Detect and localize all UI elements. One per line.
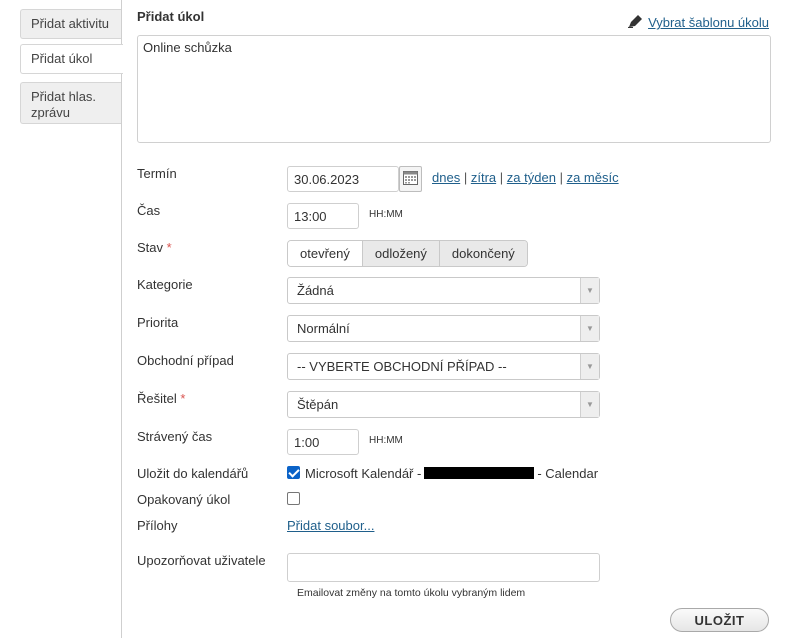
priority-select[interactable]: Normální ▼: [287, 315, 600, 342]
link-in-week[interactable]: za týden: [507, 170, 556, 185]
required-mark: *: [166, 240, 172, 255]
time-label: Čas: [137, 203, 161, 218]
sidebar-divider: [121, 0, 122, 638]
calendar-button[interactable]: [399, 166, 422, 192]
calendar-name: Microsoft Kalendář - - Calendar: [305, 466, 598, 481]
calendar-name-prefix: Microsoft Kalendář -: [305, 466, 422, 481]
priority-label: Priorita: [137, 315, 179, 330]
separator: |: [559, 170, 563, 185]
assignee-label: Řešitel *: [137, 391, 185, 406]
separator: |: [463, 170, 468, 185]
priority-value: Normální: [297, 321, 350, 336]
tab-add-activity[interactable]: Přidat aktivitu: [20, 9, 122, 39]
notify-users-label: Upozorňovat uživatele: [137, 553, 266, 568]
status-label: Stav *: [137, 240, 172, 255]
task-description-textarea[interactable]: Online schůzka: [137, 35, 771, 143]
save-to-calendar-label: Uložit do kalendářů: [137, 466, 249, 481]
tab-add-task[interactable]: Přidat úkol: [20, 44, 123, 74]
category-label: Kategorie: [137, 277, 193, 292]
status-done-button[interactable]: dokončený: [438, 241, 527, 266]
business-case-select[interactable]: -- VYBERTE OBCHODNÍ PŘÍPAD -- ▼: [287, 353, 600, 380]
notify-users-hint: Emailovat změny na tomto úkolu vybraným …: [297, 587, 526, 599]
redacted-block: [424, 467, 535, 479]
time-spent-label: Strávený čas: [137, 429, 213, 444]
time-spent-input[interactable]: 1:00: [287, 429, 359, 455]
assignee-value: Štěpán: [297, 397, 339, 412]
sidebar: Přidat aktivitu Přidat úkol Přidat hlas.…: [0, 0, 123, 638]
separator: |: [499, 170, 504, 185]
business-case-label: Obchodní případ: [137, 353, 234, 368]
tab-add-voice-message[interactable]: Přidat hlas. zprávu: [20, 82, 122, 124]
recurring-task-checkbox[interactable]: [287, 492, 300, 505]
required-mark: *: [180, 391, 186, 406]
due-date-input[interactable]: 30.06.2023: [287, 166, 399, 192]
time-input[interactable]: 13:00: [287, 203, 359, 229]
chevron-down-icon: ▼: [580, 278, 599, 303]
pen-icon: [627, 14, 643, 31]
link-tomorrow[interactable]: zítra: [471, 170, 496, 185]
time-format-hint: HH:MM: [369, 209, 403, 220]
calendar-icon: [403, 170, 418, 188]
attachments-label: Přílohy: [137, 518, 178, 533]
chevron-down-icon: ▼: [580, 316, 599, 341]
assignee-label-text: Řešitel: [137, 391, 177, 406]
chevron-down-icon: ▼: [580, 392, 599, 417]
status-postponed-button[interactable]: odložený: [361, 241, 439, 266]
assignee-select[interactable]: Štěpán ▼: [287, 391, 600, 418]
status-open-button[interactable]: otevřený: [288, 241, 362, 266]
recurring-task-label: Opakovaný úkol: [137, 492, 231, 507]
add-file-link[interactable]: Přidat soubor...: [287, 518, 374, 533]
choose-template-link[interactable]: Vybrat šablonu úkolu: [627, 14, 769, 31]
chevron-down-icon: ▼: [580, 354, 599, 379]
category-value: Žádná: [297, 283, 334, 298]
notify-users-input[interactable]: [287, 553, 600, 582]
link-in-month[interactable]: za měsíc: [567, 170, 619, 185]
quick-date-links: dnes | zítra | za týden | za měsíc: [432, 170, 619, 185]
status-label-text: Stav: [137, 240, 164, 255]
calendar-name-suffix: - Calendar: [537, 466, 599, 481]
calendar-checkbox[interactable]: [287, 466, 300, 479]
due-date-label: Termín: [137, 166, 177, 181]
category-select[interactable]: Žádná ▼: [287, 277, 600, 304]
choose-template-label: Vybrat šablonu úkolu: [648, 15, 769, 30]
save-button[interactable]: ULOŽIT: [670, 608, 769, 632]
time-spent-format-hint: HH:MM: [369, 435, 403, 446]
status-segmented-control: otevřený odložený dokončený: [287, 240, 528, 267]
business-case-value: -- VYBERTE OBCHODNÍ PŘÍPAD --: [297, 359, 507, 374]
form-heading: Přidat úkol: [137, 9, 205, 24]
link-today[interactable]: dnes: [432, 170, 460, 185]
